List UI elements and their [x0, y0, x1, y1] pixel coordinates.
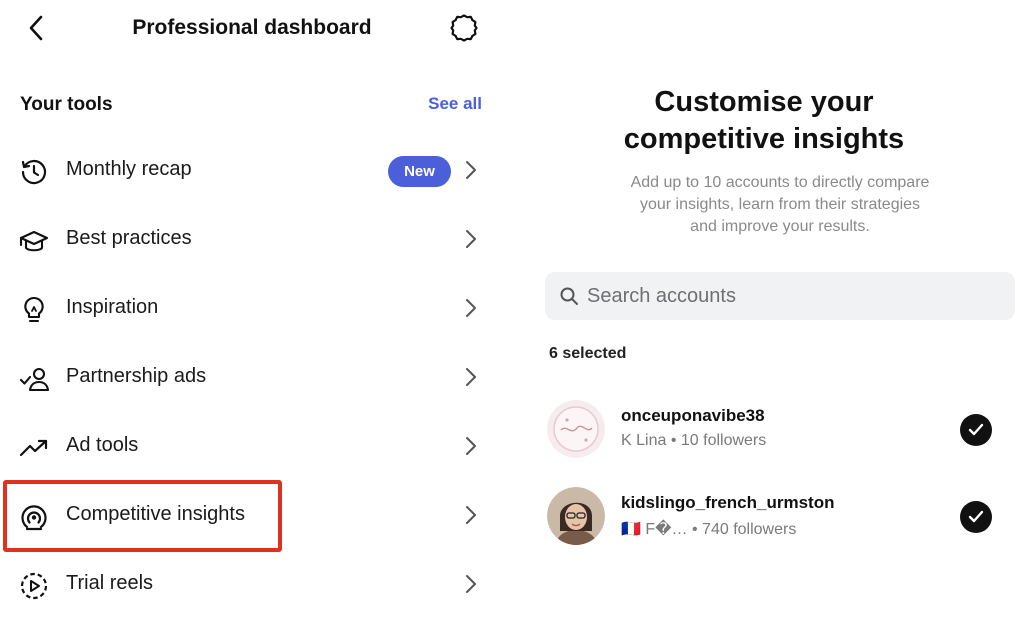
- avatar: [547, 400, 605, 458]
- panel-title-line: competitive insights: [623, 123, 905, 155]
- tool-item-monthly-recap[interactable]: Monthly recap New: [0, 141, 504, 201]
- page-title: Professional dashboard: [132, 16, 372, 39]
- partnership-icon: [18, 364, 50, 394]
- account-followers: 740 followers: [702, 521, 797, 538]
- panel-subtitle-line: your insights, learn from their strategi…: [639, 196, 921, 213]
- search-field[interactable]: [545, 272, 1015, 320]
- tool-item-ad-tools[interactable]: Ad tools: [0, 417, 504, 477]
- tools-panel: Professional dashboard Your tools See al…: [0, 0, 504, 627]
- account-meta: 🇫🇷 F�… • 740 followers: [621, 521, 797, 538]
- panel-subtitle-line: and improve your results.: [690, 218, 870, 235]
- account-username: kidslingo_french_urmston: [621, 493, 835, 512]
- tools-title: Your tools: [20, 94, 113, 115]
- account-display-name: K Lina: [621, 432, 667, 449]
- radar-icon: [18, 502, 50, 532]
- chevron-right-icon: [462, 573, 480, 595]
- tool-item-best-practices[interactable]: Best practices: [0, 210, 504, 270]
- avatar: [547, 487, 605, 545]
- panel-title: Customise your competitive insights: [504, 84, 1024, 158]
- chevron-right-icon: [462, 435, 480, 457]
- tool-label: Monthly recap: [66, 158, 192, 180]
- tool-label: Ad tools: [66, 434, 139, 456]
- tool-item-partnership-ads[interactable]: Partnership ads: [0, 348, 504, 408]
- account-meta: K Lina • 10 followers: [621, 432, 767, 449]
- new-badge: New: [388, 156, 451, 187]
- checkmark-icon: [968, 510, 984, 523]
- tool-item-inspiration[interactable]: Inspiration: [0, 279, 504, 339]
- panel-subtitle: Add up to 10 accounts to directly compar…: [584, 172, 976, 238]
- top-bar: Professional dashboard: [0, 0, 504, 60]
- panel-title-line: Customise your: [654, 86, 874, 118]
- tool-label: Partnership ads: [66, 365, 207, 387]
- chevron-right-icon: [462, 228, 480, 250]
- tool-label: Best practices: [66, 227, 192, 249]
- checkmark-icon: [968, 423, 984, 436]
- graduation-cap-icon: [18, 226, 50, 256]
- tool-item-trial-reels[interactable]: Trial reels: [0, 555, 504, 615]
- selected-check[interactable]: [960, 414, 992, 446]
- chevron-right-icon: [462, 504, 480, 526]
- trending-up-icon: [18, 433, 50, 463]
- search-input[interactable]: [587, 272, 997, 320]
- chevron-right-icon: [462, 297, 480, 319]
- tool-item-competitive-insights[interactable]: Competitive insights: [0, 486, 504, 546]
- panel-subtitle-line: Add up to 10 accounts to directly compar…: [630, 174, 930, 191]
- tool-label: Inspiration: [66, 296, 159, 318]
- account-username: onceuponavibe38: [621, 406, 765, 425]
- account-row[interactable]: kidslingo_french_urmston 🇫🇷 F�… • 740 fo…: [545, 487, 1015, 549]
- tools-header: Your tools See all: [20, 94, 482, 120]
- tool-label: Competitive insights: [66, 503, 245, 525]
- selected-check[interactable]: [960, 501, 992, 533]
- trial-reels-icon: [18, 571, 50, 601]
- account-followers: 10 followers: [680, 432, 767, 449]
- account-row[interactable]: onceuponavibe38 K Lina • 10 followers: [545, 400, 1015, 462]
- history-icon: [18, 157, 50, 187]
- lightbulb-icon: [18, 295, 50, 325]
- gear-icon: [450, 14, 478, 42]
- chevron-right-icon: [462, 159, 480, 181]
- chevron-right-icon: [462, 366, 480, 388]
- search-icon: [560, 287, 578, 305]
- tool-label: Trial reels: [66, 572, 154, 594]
- account-display-name: 🇫🇷 F�…: [621, 521, 688, 538]
- settings-button[interactable]: [448, 12, 480, 44]
- see-all-link[interactable]: See all: [428, 94, 482, 114]
- selected-count: 6 selected: [549, 345, 627, 362]
